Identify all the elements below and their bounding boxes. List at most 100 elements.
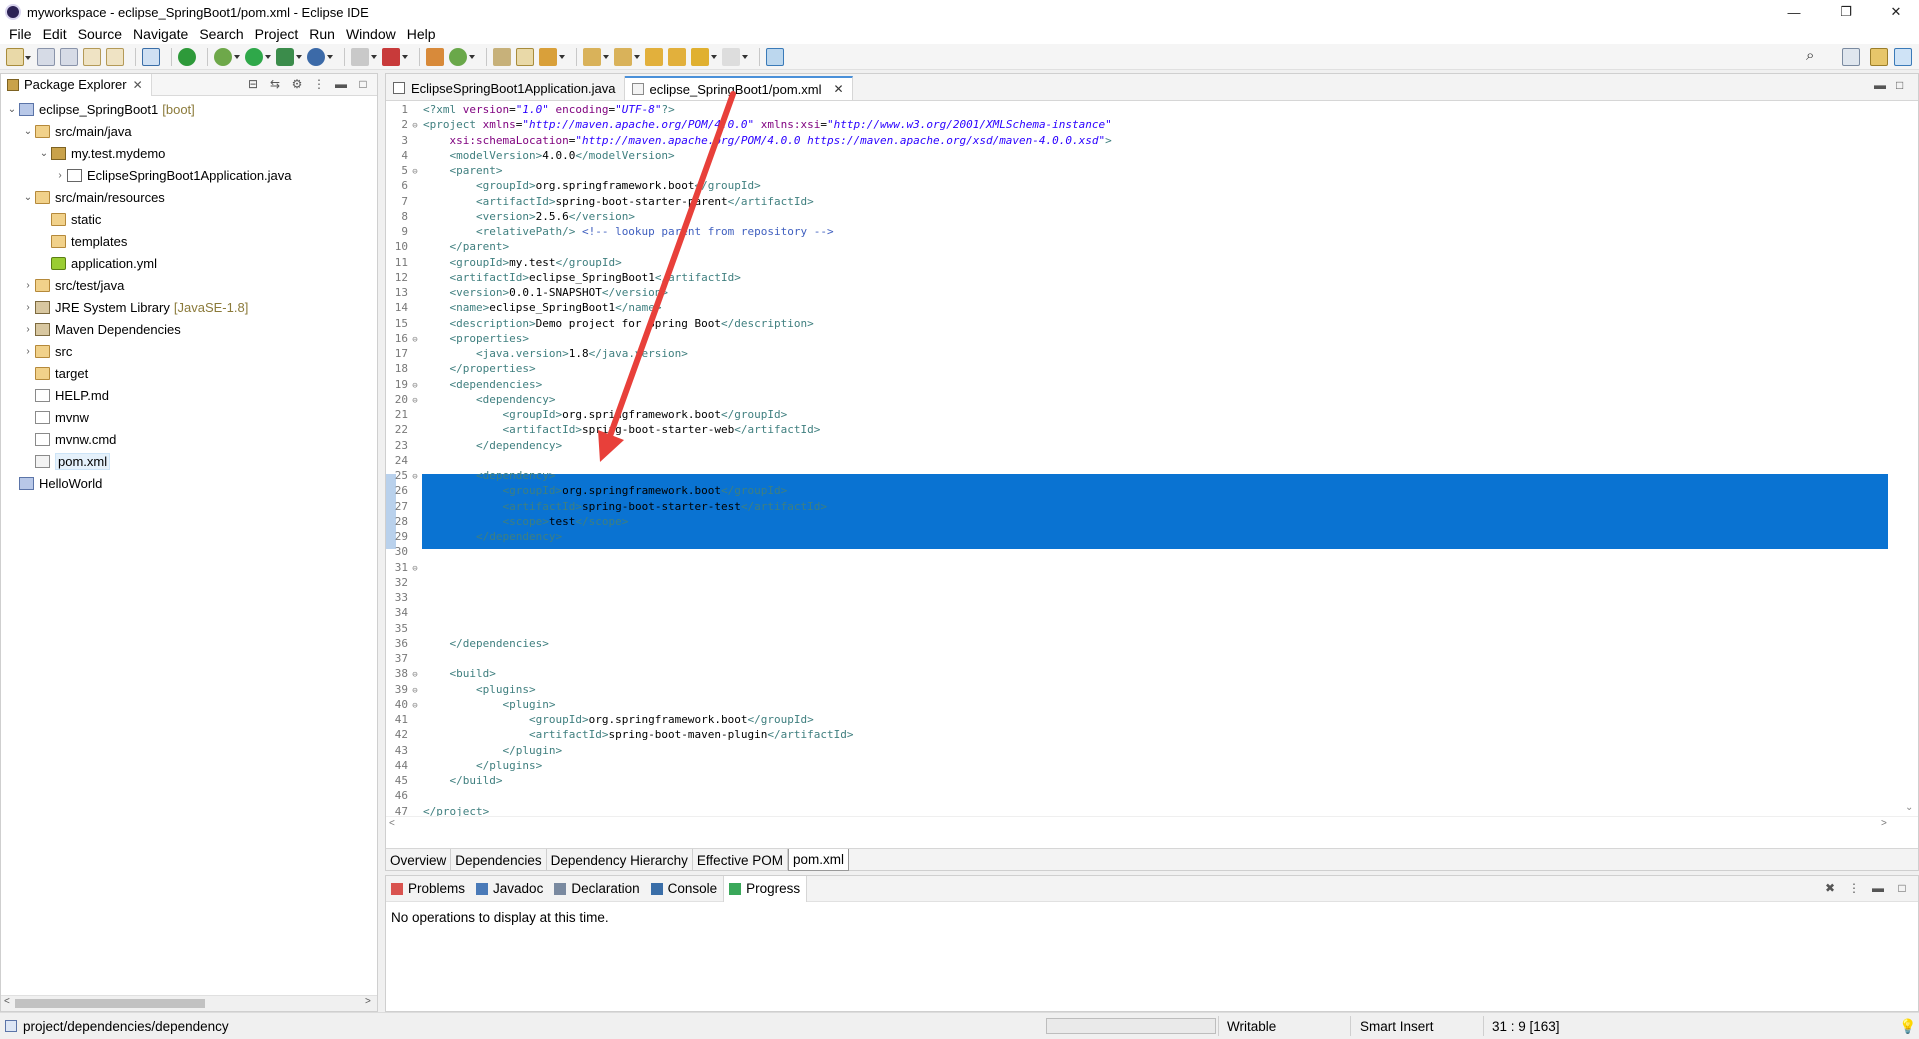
minimize-editor-icon[interactable]: ▬ bbox=[1874, 78, 1888, 92]
code-line[interactable]: 43 </plugin> bbox=[386, 743, 1888, 758]
tip-lightbulb-icon[interactable]: 💡 bbox=[1899, 1018, 1916, 1035]
menu-navigate[interactable]: Navigate bbox=[128, 26, 194, 42]
tree-item[interactable]: target bbox=[1, 362, 377, 384]
properties-icon[interactable] bbox=[83, 47, 101, 66]
link-with-editor-icon[interactable]: ⇆ bbox=[267, 76, 283, 92]
code-line[interactable]: 12 <artifactId>eclipse_SpringBoot1</arti… bbox=[386, 270, 1888, 285]
code-line[interactable]: 7 <artifactId>spring-boot-starter-parent… bbox=[386, 194, 1888, 209]
editor-horizontal-scrollbar[interactable]: < > bbox=[386, 816, 1918, 832]
tree-item[interactable]: HELP.md bbox=[1, 384, 377, 406]
previous-annotation-icon[interactable] bbox=[614, 47, 640, 66]
back-icon[interactable] bbox=[691, 47, 717, 66]
menu-edit[interactable]: Edit bbox=[38, 26, 73, 42]
tab-problems[interactable]: Problems bbox=[386, 876, 471, 902]
search-tool-icon[interactable] bbox=[539, 47, 565, 66]
remove-all-finished-icon[interactable]: ✖ bbox=[1822, 881, 1838, 895]
menu-source[interactable]: Source bbox=[73, 26, 128, 42]
code-line[interactable]: 4 <modelVersion>4.0.0</modelVersion> bbox=[386, 148, 1888, 163]
minimize-view-icon[interactable]: ▬ bbox=[1870, 881, 1886, 895]
menu-project[interactable]: Project bbox=[250, 26, 305, 42]
code-line[interactable]: 45 </build> bbox=[386, 773, 1888, 788]
open-perspective-icon[interactable] bbox=[1842, 48, 1860, 66]
view-menu-icon[interactable]: ⋮ bbox=[1846, 881, 1862, 895]
code-line[interactable]: 44 </plugins> bbox=[386, 758, 1888, 773]
scroll-right-icon[interactable]: > bbox=[1881, 818, 1887, 829]
debug-icon[interactable] bbox=[214, 47, 240, 66]
menu-help[interactable]: Help bbox=[402, 26, 442, 42]
maximize-view-icon[interactable]: □ bbox=[355, 76, 371, 92]
last-edit-icon[interactable] bbox=[645, 47, 663, 66]
tree-item[interactable]: › Maven Dependencies bbox=[1, 318, 377, 340]
expanded-chevron-icon[interactable]: ⌄ bbox=[21, 192, 35, 203]
tab-console[interactable]: Console bbox=[646, 876, 724, 902]
code-line[interactable]: 13 <version>0.0.1-SNAPSHOT</version> bbox=[386, 285, 1888, 300]
code-line[interactable]: 18 </properties> bbox=[386, 361, 1888, 376]
menu-file[interactable]: File bbox=[4, 26, 38, 42]
tree-item[interactable]: › EclipseSpringBoot1Application.java bbox=[1, 164, 377, 186]
external-tools-icon[interactable] bbox=[307, 47, 333, 66]
code-line[interactable]: 11 <groupId>my.test</groupId> bbox=[386, 255, 1888, 270]
java-ee-perspective-icon[interactable] bbox=[1870, 48, 1888, 66]
close-window-button[interactable]: ✕ bbox=[1873, 0, 1919, 24]
scroll-right-icon[interactable]: > bbox=[365, 996, 371, 1007]
expanded-chevron-icon[interactable]: ⌄ bbox=[21, 126, 35, 137]
tree-item[interactable]: ⌄ src/main/java bbox=[1, 120, 377, 142]
code-line[interactable]: 40 ⊖ <plugin> bbox=[386, 697, 1888, 712]
save-icon[interactable] bbox=[37, 47, 55, 66]
scroll-thumb[interactable] bbox=[15, 999, 205, 1008]
collapsed-chevron-icon[interactable]: › bbox=[21, 324, 35, 335]
code-line[interactable]: 19 ⊖ <dependencies> bbox=[386, 377, 1888, 392]
code-line[interactable]: 3 xsi:schemaLocation="http://maven.apach… bbox=[386, 133, 1888, 148]
new-icon[interactable] bbox=[6, 47, 31, 66]
code-line[interactable]: 9 <relativePath/> <!-- lookup parent fro… bbox=[386, 224, 1888, 239]
spring-boot-icon[interactable] bbox=[178, 47, 196, 66]
code-line[interactable]: 41 <groupId>org.springframework.boot</gr… bbox=[386, 712, 1888, 727]
forward-icon[interactable] bbox=[722, 47, 748, 66]
code-line[interactable]: 1 <?xml version="1.0" encoding="UTF-8"?> bbox=[386, 102, 1888, 117]
pom-tab-dependency-hierarchy[interactable]: Dependency Hierarchy bbox=[547, 849, 693, 871]
tree-item[interactable]: ⌄ eclipse_SpringBoot1 [boot] bbox=[1, 98, 377, 120]
status-insert-mode[interactable]: Smart Insert bbox=[1360, 1019, 1434, 1034]
code-line[interactable]: 27 <artifactId>spring-boot-starter-test<… bbox=[386, 499, 1888, 514]
expanded-chevron-icon[interactable]: ⌄ bbox=[37, 148, 51, 159]
pom-tab-pom-xml[interactable]: pom.xml bbox=[787, 849, 849, 871]
code-line[interactable]: 32 <groupId>org.apache.maven.plugins</gr… bbox=[386, 575, 1888, 590]
collapse-all-icon[interactable]: ⊟ bbox=[245, 76, 261, 92]
scroll-down-icon[interactable]: ⌄ bbox=[1905, 802, 1913, 813]
horizontal-scrollbar[interactable]: < > bbox=[1, 995, 377, 1011]
code-line[interactable]: 8 <version>2.5.6</version> bbox=[386, 209, 1888, 224]
code-line[interactable]: 34 <version>3.2.0</version> bbox=[386, 605, 1888, 620]
tree-item[interactable]: static bbox=[1, 208, 377, 230]
scroll-left-icon[interactable]: < bbox=[4, 996, 10, 1007]
code-line[interactable]: 20 ⊖ <dependency> bbox=[386, 392, 1888, 407]
tree-item[interactable]: › src bbox=[1, 340, 377, 362]
pom-tab-overview[interactable]: Overview bbox=[386, 849, 452, 871]
tree-item[interactable]: templates bbox=[1, 230, 377, 252]
code-line[interactable]: 17 <java.version>1.8</java.version> bbox=[386, 346, 1888, 361]
code-line[interactable]: 2 ⊖ <project xmlns="http://maven.apache.or… bbox=[386, 117, 1888, 132]
open-folder-icon[interactable] bbox=[516, 47, 534, 66]
code-line[interactable]: 33 <artifactId>maven-resources-plugin</a… bbox=[386, 590, 1888, 605]
expanded-chevron-icon[interactable]: ⌄ bbox=[5, 104, 19, 115]
pom-tab-effective-pom[interactable]: Effective POM bbox=[693, 849, 788, 871]
code-line[interactable]: 28 <scope>test</scope> bbox=[386, 514, 1888, 529]
code-line[interactable]: 15 <description>Demo project for Spring … bbox=[386, 316, 1888, 331]
code-line[interactable]: 10 </parent> bbox=[386, 239, 1888, 254]
code-line[interactable]: 25 ⊖ <dependency> bbox=[386, 468, 1888, 483]
menu-window[interactable]: Window bbox=[341, 26, 402, 42]
view-menu-icon[interactable]: ⋮ bbox=[311, 76, 327, 92]
code-line[interactable]: 16 ⊖ <properties> bbox=[386, 331, 1888, 346]
pom-tab-dependencies[interactable]: Dependencies bbox=[451, 849, 547, 871]
code-line[interactable]: 21 <groupId>org.springframework.boot</gr… bbox=[386, 407, 1888, 422]
tab-declaration[interactable]: Declaration bbox=[549, 876, 645, 902]
forward-edit-icon[interactable] bbox=[668, 47, 686, 66]
run-icon[interactable] bbox=[245, 47, 271, 66]
code-line[interactable]: 39 ⊖ <plugins> bbox=[386, 682, 1888, 697]
code-line[interactable]: 37 bbox=[386, 651, 1888, 666]
open-task-icon[interactable] bbox=[493, 47, 511, 66]
collapsed-chevron-icon[interactable]: › bbox=[53, 170, 67, 181]
tree-item[interactable]: › src/test/java bbox=[1, 274, 377, 296]
code-line[interactable]: 46 bbox=[386, 788, 1888, 803]
scroll-left-icon[interactable]: < bbox=[389, 818, 395, 829]
pin-editor-icon[interactable] bbox=[766, 47, 784, 66]
